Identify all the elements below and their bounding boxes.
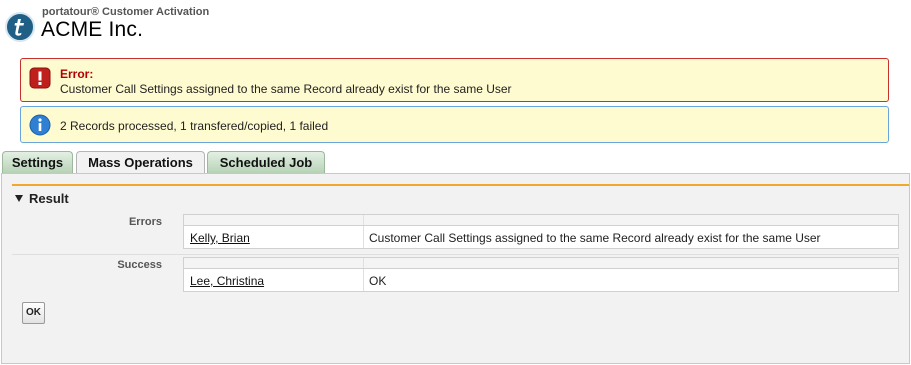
- tab-mass-operations[interactable]: Mass Operations: [76, 151, 205, 174]
- row-message: OK: [369, 274, 387, 288]
- success-table-header: [184, 258, 898, 269]
- app-header: portatour® Customer Activation ACME Inc.: [0, 0, 911, 50]
- result-heading: Result: [29, 191, 69, 206]
- error-message: Error: Customer Call Settings assigned t…: [20, 58, 889, 102]
- mass-operations-panel: Result Errors Kelly, Brian Customer Call…: [1, 173, 910, 364]
- errors-table: Kelly, Brian Customer Call Settings assi…: [183, 214, 899, 249]
- error-title: Error:: [60, 67, 94, 81]
- page-title: ACME Inc.: [41, 18, 144, 41]
- result-section-toggle[interactable]: Result: [15, 191, 69, 206]
- success-label: Success: [117, 259, 162, 271]
- info-text: 2 Records processed, 1 transfered/copied…: [60, 119, 329, 133]
- record-link[interactable]: Lee, Christina: [190, 274, 264, 288]
- portatour-logo-icon: [5, 12, 35, 42]
- record-link[interactable]: Kelly, Brian: [190, 231, 250, 245]
- table-row: Lee, Christina OK: [184, 269, 898, 291]
- accent-divider: [12, 184, 909, 186]
- info-message: 2 Records processed, 1 transfered/copied…: [20, 106, 889, 143]
- success-table: Lee, Christina OK: [183, 257, 899, 292]
- errors-table-header: [184, 215, 898, 226]
- row-message: Customer Call Settings assigned to the s…: [369, 231, 821, 245]
- errors-label: Errors: [128, 216, 162, 228]
- app-subtitle: portatour® Customer Activation: [42, 6, 210, 18]
- error-text: Customer Call Settings assigned to the s…: [60, 82, 512, 96]
- triangle-down-icon: [15, 195, 23, 202]
- ok-button[interactable]: OK: [22, 302, 45, 324]
- tab-scheduled-job[interactable]: Scheduled Job: [207, 151, 325, 173]
- section-divider: [12, 254, 899, 255]
- tab-settings[interactable]: Settings: [2, 151, 73, 173]
- error-icon: [29, 67, 51, 92]
- table-row: Kelly, Brian Customer Call Settings assi…: [184, 226, 898, 248]
- info-icon: [29, 114, 51, 139]
